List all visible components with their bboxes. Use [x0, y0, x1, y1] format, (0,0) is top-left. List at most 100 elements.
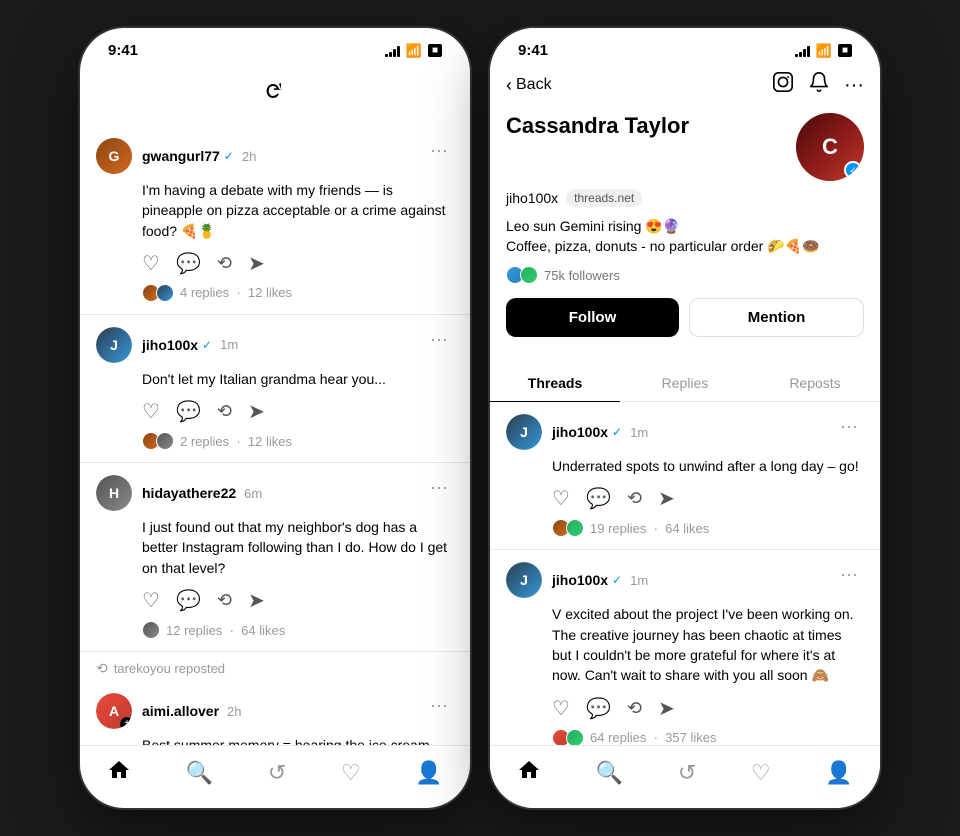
right-phone: 9:41 📶 ■ ‹ Back: [490, 28, 880, 808]
feed-header: [80, 65, 470, 126]
more-button[interactable]: ···: [424, 327, 454, 352]
post-meta: jiho100x ✓ 1m: [142, 337, 238, 353]
username: jiho100x: [142, 337, 198, 353]
plus-icon: +: [120, 717, 132, 729]
signal-bar-2: [389, 52, 392, 57]
more-button[interactable]: ···: [424, 138, 454, 163]
repost-button[interactable]: ⟲: [627, 486, 642, 511]
more-button[interactable]: ···: [834, 414, 864, 439]
share-button[interactable]: ➤: [248, 399, 265, 424]
wifi-icon-right: 📶: [816, 43, 832, 59]
post-nav-button-right[interactable]: ↺: [678, 760, 696, 786]
tab-replies[interactable]: Replies: [620, 365, 750, 401]
repost-button[interactable]: ⟲: [217, 588, 232, 613]
like-button[interactable]: ♡: [552, 696, 570, 721]
likes-nav-button-right[interactable]: ♡: [751, 760, 771, 786]
signal-bar-3: [803, 49, 806, 57]
username: aimi.allover: [142, 703, 219, 719]
profile-actions: Follow Mention: [506, 298, 864, 337]
feed-content[interactable]: G gwangurl77 ✓ 2h ··· I'm having a debat…: [80, 126, 470, 745]
bio-line-1: Leo sun Gemini rising 😍🔮: [506, 217, 864, 237]
comment-button[interactable]: 💬: [586, 696, 611, 721]
stats-text: 19 replies · 64 likes: [590, 521, 709, 536]
post-user-info: A + aimi.allover 2h: [96, 693, 242, 729]
mini-avatar: [156, 284, 174, 302]
follower-avatar: [520, 266, 538, 284]
avatar: A +: [96, 693, 132, 729]
search-nav-button-right[interactable]: 🔍: [596, 760, 623, 786]
back-button[interactable]: ‹ Back: [506, 75, 552, 96]
notifications-button[interactable]: [808, 71, 830, 99]
post-nav-button[interactable]: ↺: [268, 760, 286, 786]
bio-line-2: Coffee, pizza, donuts - no particular or…: [506, 237, 864, 257]
more-button[interactable]: ···: [834, 562, 864, 587]
home-nav-button[interactable]: [107, 758, 131, 788]
comment-button[interactable]: 💬: [586, 486, 611, 511]
signal-bar-1: [795, 54, 798, 57]
profile-handle-row: jiho100x threads.net: [506, 189, 864, 207]
like-button[interactable]: ♡: [142, 588, 160, 613]
profile-feed[interactable]: J jiho100x ✓ 1m ··· Underrated spots to …: [490, 402, 880, 745]
tab-threads[interactable]: Threads: [490, 365, 620, 401]
likes-nav-button[interactable]: ♡: [341, 760, 361, 786]
comment-button[interactable]: 💬: [176, 588, 201, 613]
post-meta: hidayathere22 6m: [142, 485, 262, 501]
more-button[interactable]: ···: [424, 475, 454, 500]
repost-button[interactable]: ⟲: [627, 696, 642, 721]
post-item: J jiho100x ✓ 1m ··· V excited about the …: [490, 550, 880, 745]
share-button[interactable]: ➤: [248, 588, 265, 613]
profile-verified-badge: ✓: [844, 161, 862, 179]
post-meta: gwangurl77 ✓ 2h: [142, 148, 256, 164]
mini-avatar: [156, 432, 174, 450]
share-button[interactable]: ➤: [658, 696, 675, 721]
like-button[interactable]: ♡: [142, 399, 160, 424]
profile-nav-button[interactable]: 👤: [415, 760, 442, 786]
comment-button[interactable]: 💬: [176, 251, 201, 276]
stats-text: 4 replies · 12 likes: [180, 285, 292, 300]
post-meta: jiho100x ✓ 1m: [552, 424, 648, 440]
post-header: J jiho100x ✓ 1m ···: [96, 327, 454, 363]
post-time: 1m: [630, 573, 648, 588]
mini-avatar: [142, 621, 160, 639]
avatar: J: [96, 327, 132, 363]
profile-topbar: ‹ Back: [490, 65, 880, 109]
share-button[interactable]: ➤: [658, 486, 675, 511]
like-button[interactable]: ♡: [142, 251, 160, 276]
like-button[interactable]: ♡: [552, 486, 570, 511]
profile-followers: 75k followers: [506, 266, 864, 284]
profile-name: Cassandra Taylor: [506, 113, 689, 139]
follow-button[interactable]: Follow: [506, 298, 679, 337]
post-user-info: J jiho100x ✓ 1m: [506, 562, 648, 598]
post-stats: 64 replies · 357 likes: [552, 729, 864, 745]
home-nav-button-right[interactable]: [517, 758, 541, 788]
post-actions: ♡ 💬 ⟲ ➤: [142, 588, 454, 613]
more-options-button[interactable]: ···: [844, 74, 864, 97]
post-text: I just found out that my neighbor's dog …: [142, 517, 454, 578]
post-actions: ♡ 💬 ⟲ ➤: [552, 696, 864, 721]
post-item: H hidayathere22 6m ··· I just found out …: [80, 463, 470, 652]
signal-bar-4: [397, 46, 400, 57]
repost-button[interactable]: ⟲: [217, 251, 232, 276]
profile-nav-button-right[interactable]: 👤: [825, 760, 852, 786]
follower-avatars: [506, 266, 538, 284]
username: jiho100x: [552, 424, 608, 440]
more-button[interactable]: ···: [424, 693, 454, 718]
username: jiho100x: [552, 572, 608, 588]
post-actions: ♡ 💬 ⟲ ➤: [552, 486, 864, 511]
tab-reposts[interactable]: Reposts: [750, 365, 880, 401]
mini-avatar: [566, 519, 584, 537]
search-nav-button[interactable]: 🔍: [186, 760, 213, 786]
post-user-info: J jiho100x ✓ 1m: [506, 414, 648, 450]
share-button[interactable]: ➤: [248, 251, 265, 276]
back-chevron-icon: ‹: [506, 75, 512, 96]
reply-avatars: [142, 284, 174, 302]
instagram-button[interactable]: [772, 71, 794, 99]
repost-button[interactable]: ⟲: [217, 399, 232, 424]
post-text: I'm having a debate with my friends — is…: [142, 180, 454, 241]
post-stats: 12 replies · 64 likes: [142, 621, 454, 639]
comment-button[interactable]: 💬: [176, 399, 201, 424]
avatar: J: [506, 414, 542, 450]
repost-label: ⟲ tarekoyou reposted: [80, 652, 470, 681]
mention-button[interactable]: Mention: [689, 298, 864, 337]
post-time: 1m: [630, 425, 648, 440]
